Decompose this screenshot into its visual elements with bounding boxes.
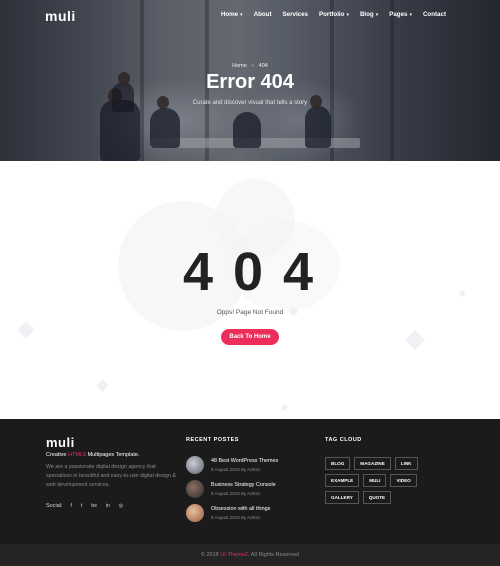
tag-link[interactable]: BLOG [325, 457, 351, 470]
nav-item-pages[interactable]: Pages ▾ [389, 11, 412, 18]
tagline-text: Creative [46, 452, 67, 458]
page-title: Error 404 [206, 71, 294, 93]
nav-item-label: Pages [389, 11, 408, 18]
nav-item-portfolio[interactable]: Portfolio ▾ [319, 11, 349, 18]
decor-diamond [17, 321, 35, 339]
tag-cloud: BLOG MAGAZINE LINK EXAMPLE MULI VIDEO GA… [325, 457, 445, 508]
nav-item-label: Services [282, 11, 308, 18]
error-section: 404 Opps! Page Not Found Back To Home [0, 161, 500, 419]
twitter-icon[interactable]: t [81, 503, 82, 509]
tag-link[interactable]: QUOTE [362, 491, 392, 504]
error-code: 404 [182, 242, 334, 302]
copyright-text: © 2018 [200, 552, 219, 558]
decor-diamond [405, 330, 425, 350]
footer: muli Creative HTML5 Multipages Template.… [0, 419, 500, 544]
post-thumbnail [186, 480, 204, 498]
nav-item-label: Blog [359, 11, 374, 18]
breadcrumb: Home › 404 [0, 63, 500, 69]
breadcrumb-separator-icon: › [251, 63, 254, 69]
tagline-accent: HTML5 [68, 452, 87, 458]
tag-cloud-title: TAG CLOUD [325, 437, 362, 443]
breadcrumb-current: 404 [258, 63, 268, 69]
decor-diamond [280, 403, 289, 412]
page-subtitle: Curate and discover visual that tells a … [192, 100, 308, 106]
chevron-down-icon: ▾ [346, 12, 349, 18]
tagline-text: Multipages Template. [87, 452, 140, 458]
tag-link[interactable]: VIDEO [390, 474, 417, 487]
nav-item-label: Home [220, 11, 239, 18]
recent-post-item[interactable]: Obsession with all things 5 August 2018 … [186, 504, 270, 522]
instagram-icon[interactable]: ◎ [119, 503, 123, 509]
chevron-down-icon: ▾ [375, 12, 379, 18]
chevron-down-icon: ▾ [409, 12, 412, 18]
post-thumbnail [186, 456, 204, 474]
decor-diamond [96, 379, 109, 392]
social-links: Social: f t be in ◎ [46, 503, 132, 509]
nav-item-label: Portfolio [319, 11, 345, 18]
footer-logo[interactable]: muli [46, 435, 75, 450]
site-logo[interactable]: muli [45, 8, 76, 24]
breadcrumb-home-link[interactable]: Home [232, 63, 247, 69]
recent-post-item[interactable]: Business Strategy Console 5 August 2018 … [186, 480, 276, 498]
post-title[interactable]: 48 Best WordPress Themes [211, 458, 278, 464]
nav-item-label: About [253, 11, 272, 18]
nav-item-contact[interactable]: Contact [423, 11, 446, 18]
tag-link[interactable]: MULI [363, 474, 387, 487]
recent-post-item[interactable]: 48 Best WordPress Themes 5 August 2018 B… [186, 456, 278, 474]
copyright-brand-link[interactable]: UI-ThemeZ [220, 552, 248, 558]
tag-link[interactable]: EXAMPLE [325, 474, 360, 487]
error-message: Opps! Page Not Found [216, 309, 284, 316]
chevron-down-icon: ▾ [240, 12, 243, 18]
tag-link[interactable]: MAGAZINE [354, 457, 391, 470]
nav-item-services[interactable]: Services [283, 11, 308, 18]
back-to-home-button[interactable]: Back To Home [221, 329, 279, 345]
nav-item-label: Contact [422, 11, 446, 18]
post-title[interactable]: Business Strategy Console [211, 482, 276, 488]
hero-banner: muli Home ▾ About Services Portfolio ▾ Blo… [0, 0, 500, 161]
copyright-text: . All Rights Reserved [248, 552, 300, 558]
behance-icon[interactable]: be [91, 503, 97, 509]
post-meta: 5 August 2018 By Admin [211, 491, 261, 496]
footer-tagline: Creative HTML5 Multipages Template. [46, 452, 139, 458]
post-title[interactable]: Obsession with all things [211, 506, 270, 512]
social-label: Social: [46, 503, 63, 509]
footer-description: We are a passionate digital design agenc… [46, 464, 176, 488]
facebook-icon[interactable]: f [71, 503, 72, 509]
tag-link[interactable]: LINK [394, 457, 418, 470]
main-nav: Home ▾ About Services Portfolio ▾ Blog ▾ Pa… [210, 11, 446, 18]
top-navbar: muli Home ▾ About Services Portfolio ▾ Blo… [0, 0, 500, 30]
linkedin-icon[interactable]: in [106, 503, 110, 509]
nav-item-home[interactable]: Home ▾ [221, 11, 243, 18]
nav-item-blog[interactable]: Blog ▾ [360, 11, 378, 18]
post-thumbnail [186, 504, 204, 522]
recent-posts-title: RECENT POSTES [186, 437, 239, 443]
copyright-bar: © 2018 UI-ThemeZ. All Rights Reserved [0, 544, 500, 566]
nav-item-about[interactable]: About [254, 11, 272, 18]
post-meta: 5 August 2018 By Admin [211, 515, 261, 520]
tag-link[interactable]: GALLERY [325, 491, 359, 504]
post-meta: 5 August 2018 By Admin [211, 467, 261, 472]
